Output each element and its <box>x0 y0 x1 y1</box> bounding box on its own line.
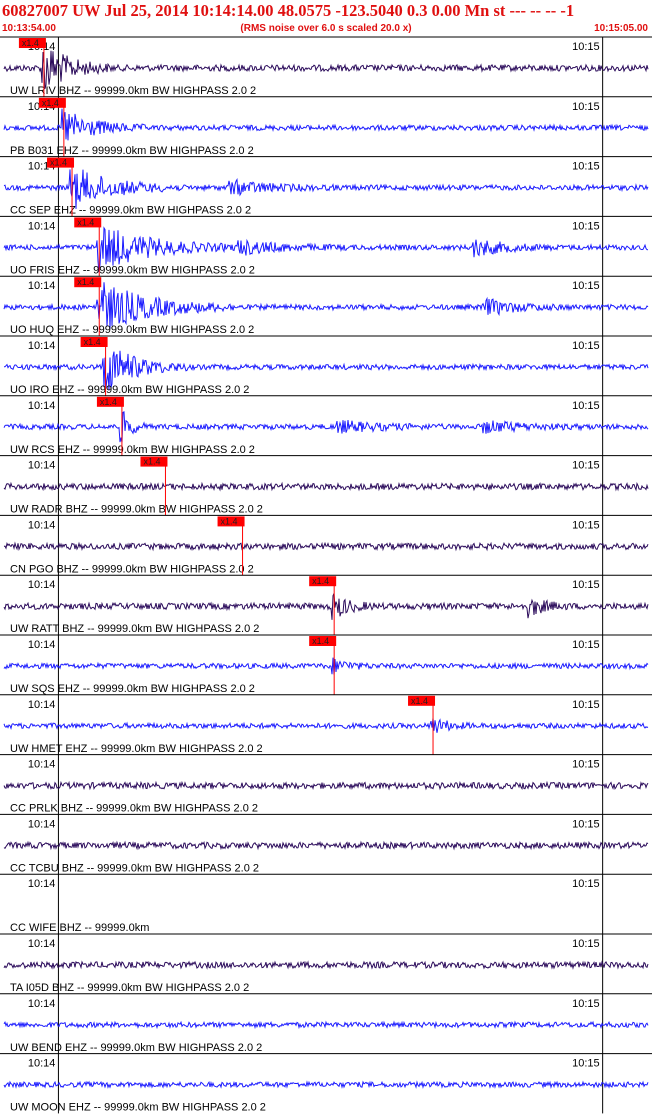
tick-label: 10:14 <box>28 938 56 950</box>
tick-label: 10:15 <box>572 639 600 651</box>
trace-label-uw-moon: UW MOON EHZ -- 99999.0km BW HIGHPASS 2.0… <box>10 1102 266 1114</box>
tick-label: 10:14 <box>28 878 56 890</box>
waveform-cc-prlk <box>3 780 649 791</box>
waveform-uw-lriv <box>3 50 649 89</box>
trace-label-cc-wife: CC WIFE BHZ -- 99999.0km <box>10 922 149 934</box>
tick-label: 10:15 <box>572 161 600 173</box>
tick-label: 10:15 <box>572 340 600 352</box>
pick-label-cc-sep: x1.4 <box>50 158 67 168</box>
trace-label-cc-sep: CC SEP EHZ -- 99999.0km BW HIGHPASS 2.0 … <box>10 205 251 217</box>
tick-label: 10:14 <box>28 400 56 412</box>
waveform-uw-moon <box>3 1080 649 1089</box>
waveform-uw-hmet <box>3 718 649 733</box>
pick-label-uo-fris: x1.4 <box>77 217 94 227</box>
waveform-uw-radr <box>3 481 649 492</box>
tick-label: 10:15 <box>572 400 600 412</box>
trace-label-uw-bend: UW BEND EHZ -- 99999.0km BW HIGHPASS 2.0… <box>10 1042 262 1054</box>
tick-label: 10:15 <box>572 220 600 232</box>
trace-label-uw-ratt: UW RATT BHZ -- 99999.0km BW HIGHPASS 2.0… <box>10 623 259 635</box>
pick-label-uw-ratt: x1.4 <box>312 576 329 586</box>
waveform-cc-tcbu <box>3 840 649 851</box>
trace-label-cc-prlk: CC PRLK BHZ -- 99999.0km BW HIGHPASS 2.0… <box>10 803 258 815</box>
trace-label-pb-b031: PB B031 EHZ -- 99999.0km BW HIGHPASS 2.0… <box>10 145 254 157</box>
tick-label: 10:15 <box>572 759 600 771</box>
trace-label-ta-i05d: TA I05D BHZ -- 99999.0km BW HIGHPASS 2.0… <box>10 982 249 994</box>
tick-label: 10:14 <box>28 460 56 472</box>
seismogram-plot: 10:14 10:15 UW LRIV BHZ -- 99999.0km BW HI… <box>0 36 652 1114</box>
waveform-uw-rcs <box>3 411 649 443</box>
tick-label: 10:14 <box>28 818 56 830</box>
trace-label-uw-sqs: UW SQS EHZ -- 99999.0km BW HIGHPASS 2.0 … <box>10 683 255 695</box>
tick-label: 10:15 <box>572 818 600 830</box>
waveform-cn-pgo <box>3 541 649 552</box>
pick-label-uo-iro: x1.4 <box>84 337 101 347</box>
tick-label: 10:14 <box>28 519 56 531</box>
waveform-uw-sqs <box>3 657 649 675</box>
waveform-uw-ratt <box>3 593 649 620</box>
pick-label-uw-radr: x1.4 <box>143 457 160 467</box>
pick-label-uw-sqs: x1.4 <box>312 636 329 646</box>
tick-label: 10:14 <box>28 220 56 232</box>
waveform-uw-bend <box>3 1020 649 1030</box>
tick-label: 10:15 <box>572 101 600 113</box>
pick-label-uw-hmet: x1.4 <box>411 696 428 706</box>
tick-label: 10:14 <box>28 280 56 292</box>
tick-label: 10:15 <box>572 1058 600 1070</box>
tick-label: 10:15 <box>572 519 600 531</box>
trace-label-cn-pgo: CN PGO BHZ -- 99999.0km BW HIGHPASS 2.0 … <box>10 563 254 575</box>
tick-label: 10:15 <box>572 280 600 292</box>
waveform-pb-b031 <box>3 108 649 141</box>
tick-label: 10:15 <box>572 699 600 711</box>
pick-label-pb-b031: x1.4 <box>42 98 59 108</box>
trace-label-cc-tcbu: CC TCBU BHZ -- 99999.0km BW HIGHPASS 2.0… <box>10 862 259 874</box>
tick-label: 10:14 <box>28 998 56 1010</box>
pick-label-uw-rcs: x1.4 <box>100 397 117 407</box>
trace-label-uo-huq: UO HUQ EHZ -- 99999.0km BW HIGHPASS 2.0 … <box>10 324 254 336</box>
tick-label: 10:14 <box>28 340 56 352</box>
tick-label: 10:15 <box>572 878 600 890</box>
tick-label: 10:15 <box>572 579 600 591</box>
trace-label-uw-hmet: UW HMET EHZ -- 99999.0km BW HIGHPASS 2.0… <box>10 743 263 755</box>
trace-label-uo-fris: UO FRIS EHZ -- 99999.0km BW HIGHPASS 2.0… <box>10 264 255 276</box>
trace-label-uw-rcs: UW RCS EHZ -- 99999.0km BW HIGHPASS 2.0 … <box>10 444 255 456</box>
tick-label: 10:14 <box>28 759 56 771</box>
pick-label-uo-huq: x1.4 <box>77 277 94 287</box>
tick-label: 10:14 <box>28 699 56 711</box>
waveform-ta-i05d <box>3 960 649 970</box>
tick-label: 10:15 <box>572 41 600 53</box>
trace-label-uw-lriv: UW LRIV BHZ -- 99999.0km BW HIGHPASS 2.0… <box>10 85 256 97</box>
tick-label: 10:14 <box>28 1058 56 1070</box>
tick-label: 10:14 <box>28 639 56 651</box>
tick-label: 10:15 <box>572 460 600 472</box>
pick-label-cn-pgo: x1.4 <box>221 516 238 526</box>
tick-label: 10:15 <box>572 938 600 950</box>
pick-label-uw-lriv: x1.4 <box>22 38 39 48</box>
tick-label: 10:15 <box>572 998 600 1010</box>
waveform-uo-huq <box>3 282 649 329</box>
trace-label-uw-radr: UW RADR BHZ -- 99999.0km BW HIGHPASS 2.0… <box>10 504 263 516</box>
waveform-cc-sep <box>3 169 649 209</box>
tick-label: 10:14 <box>28 579 56 591</box>
trace-label-uo-iro: UO IRO EHZ -- 99999.0km BW HIGHPASS 2.0 … <box>10 384 249 396</box>
